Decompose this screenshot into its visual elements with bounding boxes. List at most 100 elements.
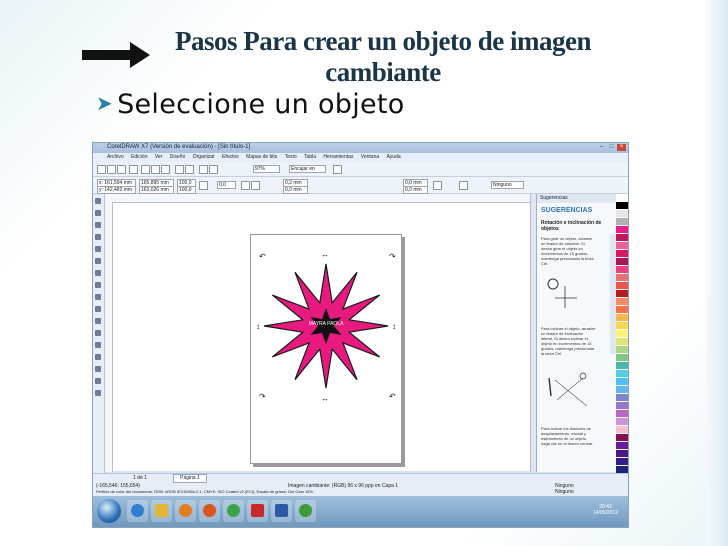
polygon-tool-icon[interactable] [95, 294, 101, 300]
crop-tool-icon[interactable] [95, 222, 101, 228]
outline-width-field-2[interactable]: 0,0 mm [283, 186, 308, 194]
height-field[interactable]: 163,026 mm [139, 186, 174, 194]
rotation-angle-field[interactable]: 0,0 [217, 181, 236, 189]
palette-swatch[interactable] [616, 378, 628, 386]
menu-edicion[interactable]: Edición [131, 153, 147, 162]
zoom-level-select[interactable]: 97% [253, 165, 280, 173]
menu-herramientas[interactable]: Herramientas [323, 153, 353, 162]
star-object[interactable]: MAYRA PAOLA [261, 261, 391, 391]
new-document-icon[interactable] [97, 165, 106, 174]
palette-swatch[interactable] [616, 370, 628, 378]
palette-swatch[interactable] [616, 322, 628, 330]
palette-swatch[interactable] [616, 426, 628, 434]
palette-swatch[interactable] [616, 234, 628, 242]
palette-swatch[interactable] [616, 338, 628, 346]
save-icon[interactable] [117, 165, 126, 174]
import-icon[interactable] [199, 165, 208, 174]
print-icon[interactable] [129, 165, 138, 174]
rotate-handle-tl[interactable]: ↶ [259, 253, 266, 261]
rotate-handle-br[interactable]: ↶ [389, 393, 396, 401]
freehand-tool-icon[interactable] [95, 246, 101, 252]
docker-tab[interactable]: Sugerencias [537, 194, 617, 203]
palette-swatch[interactable] [616, 258, 628, 266]
taskbar-pdf-icon[interactable] [247, 500, 268, 522]
menu-texto[interactable]: Texto [285, 153, 297, 162]
menu-archivo[interactable]: Archivo [107, 153, 124, 162]
palette-swatch[interactable] [616, 394, 628, 402]
shape-tool-icon[interactable] [95, 210, 101, 216]
palette-swatch[interactable] [616, 314, 628, 322]
palette-swatch[interactable] [616, 218, 628, 226]
outline-tool-icon[interactable] [95, 366, 101, 372]
export-icon[interactable] [209, 165, 218, 174]
palette-swatch[interactable] [616, 434, 628, 442]
palette-swatch[interactable] [616, 346, 628, 354]
taskbar-coreldraw-icon[interactable] [295, 500, 316, 522]
palette-swatch[interactable] [616, 250, 628, 258]
palette-swatch[interactable] [616, 442, 628, 450]
palette-swatch[interactable] [616, 362, 628, 370]
menu-ver[interactable]: Ver [155, 153, 163, 162]
zoom-tool-icon[interactable] [95, 234, 101, 240]
undo-icon[interactable] [175, 165, 184, 174]
align-icon[interactable] [433, 181, 442, 190]
pick-tool-icon[interactable] [95, 198, 101, 204]
palette-swatch[interactable] [616, 282, 628, 290]
redo-icon[interactable] [185, 165, 194, 174]
palette-swatch[interactable] [616, 410, 628, 418]
menu-organizar[interactable]: Organizar [193, 153, 215, 162]
palette-swatch[interactable] [616, 266, 628, 274]
interactive-tool-icon[interactable] [95, 342, 101, 348]
rotate-handle-tr[interactable]: ↷ [389, 253, 396, 261]
menu-ventana[interactable]: Ventana [361, 153, 379, 162]
offset-field-2[interactable]: 0,0 mm [403, 186, 428, 194]
skew-handle-top[interactable]: ↔ [321, 251, 329, 259]
palette-swatch[interactable] [616, 330, 628, 338]
rotate-handle-bl[interactable]: ↷ [259, 393, 266, 401]
palette-swatch[interactable] [616, 306, 628, 314]
palette-swatch[interactable] [616, 386, 628, 394]
skew-handle-right[interactable]: ↕ [392, 323, 396, 331]
menu-mapas-de-bits[interactable]: Mapas de bits [246, 153, 277, 162]
skew-handle-left[interactable]: ↕ [256, 323, 260, 331]
copy-icon[interactable] [151, 165, 160, 174]
wrap-text-icon[interactable] [459, 181, 468, 190]
palette-swatch[interactable] [616, 226, 628, 234]
parallel-dimension-tool-icon[interactable] [95, 318, 101, 324]
skew-handle-bottom[interactable]: ↔ [321, 395, 329, 403]
taskbar-media-icon[interactable] [175, 500, 196, 522]
start-button-icon[interactable] [97, 499, 121, 523]
paste-icon[interactable] [161, 165, 170, 174]
minimize-button[interactable]: – [597, 144, 606, 151]
open-icon[interactable] [107, 165, 116, 174]
palette-swatch[interactable] [616, 418, 628, 426]
palette-swatch[interactable] [616, 202, 628, 210]
smart-fill-tool-icon[interactable] [95, 258, 101, 264]
color-palette[interactable] [616, 194, 628, 514]
palette-swatch[interactable] [616, 458, 628, 466]
taskbar-ie-icon[interactable] [127, 500, 148, 522]
menu-efectos[interactable]: Efectos [222, 153, 239, 162]
wrap-mode-select[interactable]: Ninguno [491, 181, 524, 189]
menu-ayuda[interactable]: Ayuda [387, 153, 401, 162]
connector-tool-icon[interactable] [95, 330, 101, 336]
snap-to-select[interactable]: Encajar en [289, 165, 326, 173]
rectangle-tool-icon[interactable] [95, 270, 101, 276]
mirror-horizontal-icon[interactable] [241, 181, 250, 190]
menu-diseno[interactable]: Diseño [170, 153, 186, 162]
maximize-button[interactable]: □ [607, 144, 616, 151]
scale-y-field[interactable]: 100,0 [177, 186, 196, 194]
palette-swatch[interactable] [616, 194, 628, 202]
fill-tool-icon[interactable] [95, 378, 101, 384]
y-position-field[interactable]: y: 142,482 mm [97, 186, 136, 194]
eyedropper-tool-icon[interactable] [95, 354, 101, 360]
palette-swatch[interactable] [616, 354, 628, 362]
mirror-vertical-icon[interactable] [251, 181, 260, 190]
palette-swatch[interactable] [616, 290, 628, 298]
palette-swatch[interactable] [616, 274, 628, 282]
taskbar-explorer-icon[interactable] [151, 500, 172, 522]
text-tool-icon[interactable] [95, 306, 101, 312]
taskbar-firefox-icon[interactable] [199, 500, 220, 522]
options-icon[interactable] [333, 165, 342, 174]
cut-icon[interactable] [141, 165, 150, 174]
